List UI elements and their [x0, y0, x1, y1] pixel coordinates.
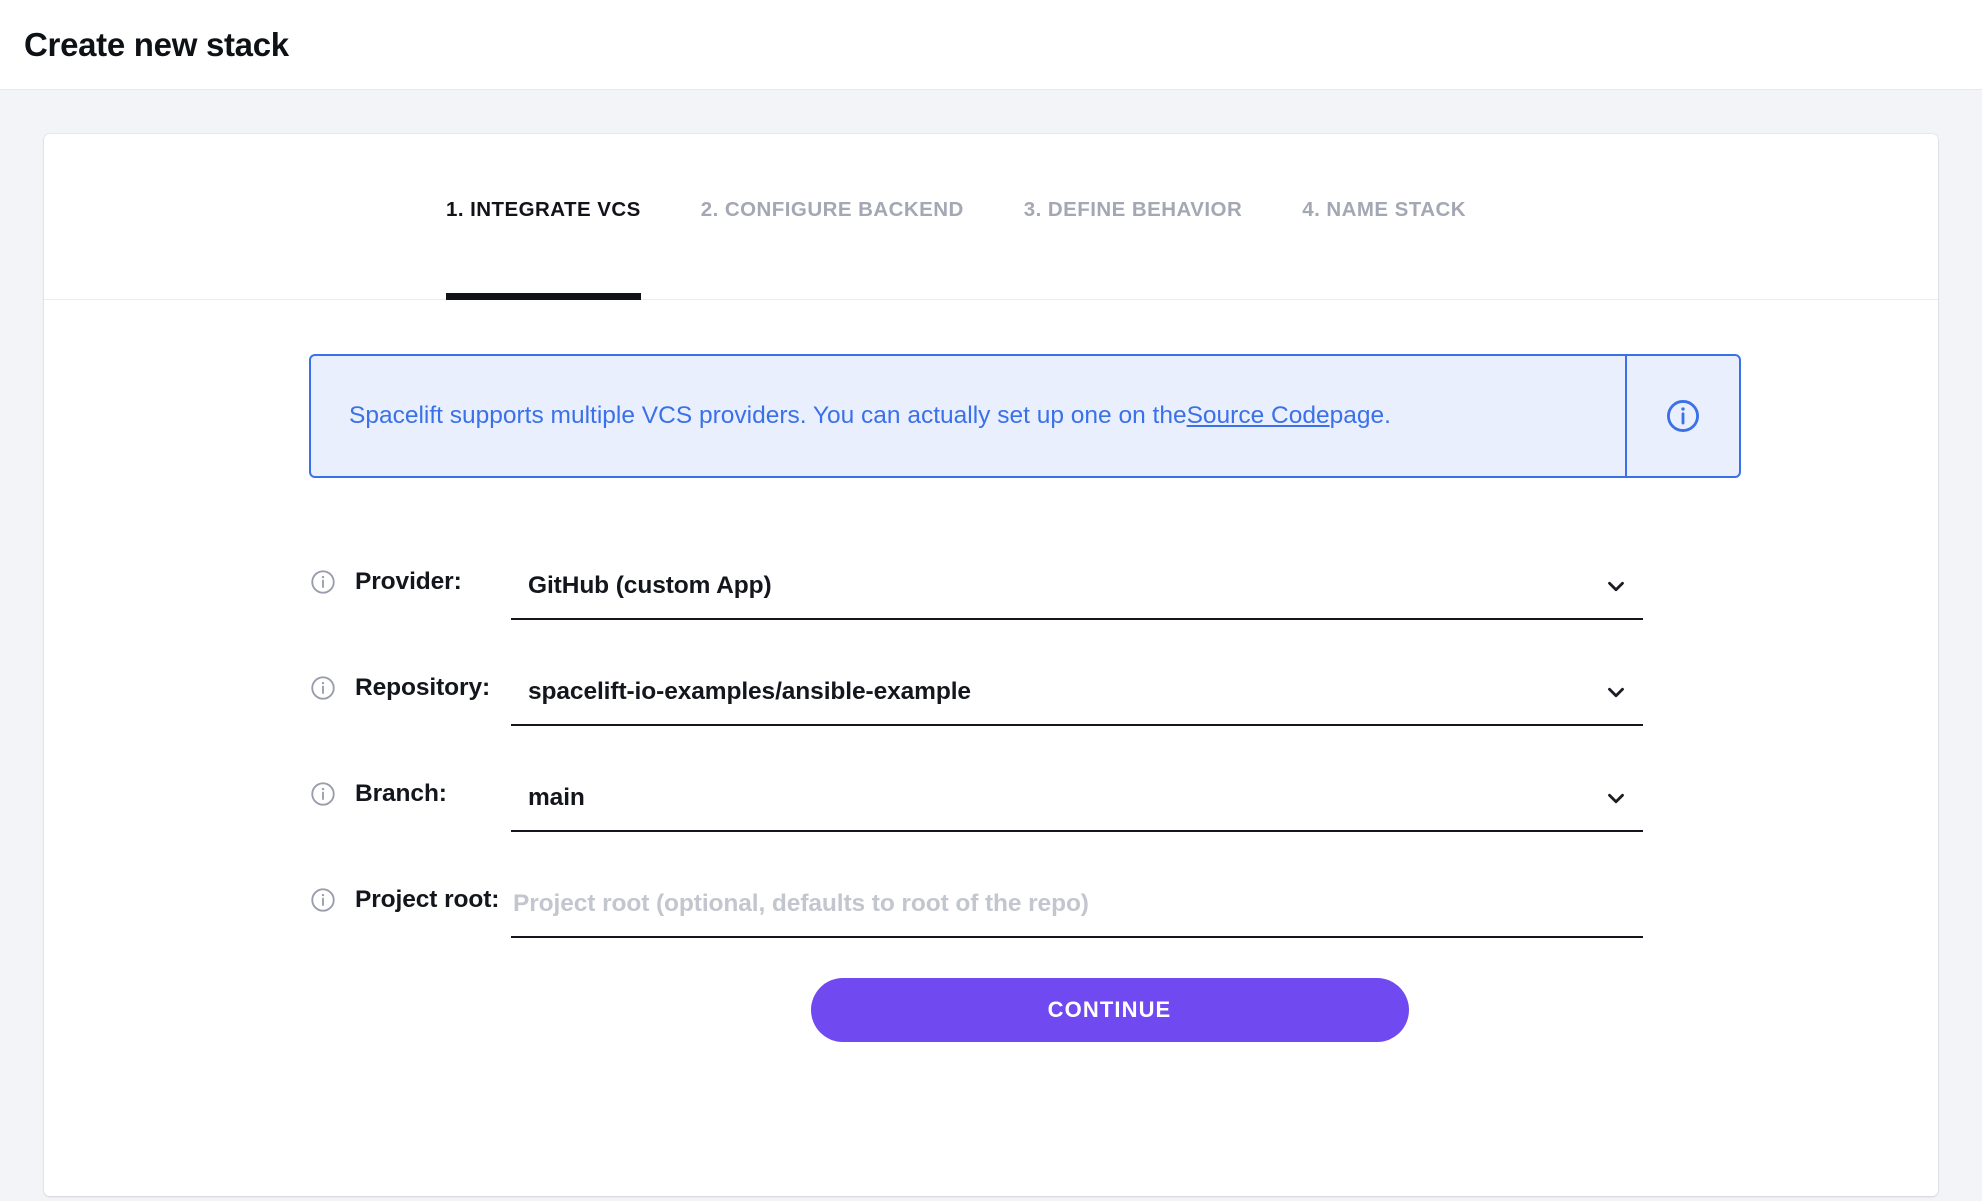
chevron-down-icon [1603, 785, 1629, 811]
branch-value: main [528, 784, 585, 811]
continue-button[interactable]: CONTINUE [810, 978, 1409, 1042]
page-header: Create new stack [0, 0, 1982, 90]
branch-select[interactable]: main [511, 766, 1643, 832]
tab-define-behavior[interactable]: 3. DEFINE BEHAVIOR [1024, 134, 1242, 300]
field-label: Repository: [355, 674, 491, 701]
card-body: Spacelift supports multiple VCS provider… [44, 300, 1938, 1196]
banner-message: Spacelift supports multiple VCS provider… [311, 356, 1625, 476]
tab-integrate-vcs[interactable]: 1. INTEGRATE VCS [446, 134, 641, 300]
field-label-group: Provider: [309, 554, 511, 596]
provider-select[interactable]: GitHub (custom App) [511, 554, 1643, 620]
source-code-link[interactable]: Source Code [1187, 399, 1330, 432]
field-row-branch: Branch: main [309, 766, 1938, 832]
page-surface: 1. INTEGRATE VCS 2. CONFIGURE BACKEND 3.… [0, 90, 1982, 1201]
vcs-info-banner: Spacelift supports multiple VCS provider… [309, 354, 1741, 478]
field-label-group: Branch: [309, 766, 511, 808]
info-circle-icon[interactable] [309, 568, 337, 596]
info-circle-icon[interactable] [309, 780, 337, 808]
tab-label: 3. DEFINE BEHAVIOR [1023, 198, 1243, 221]
repository-value: spacelift-io-examples/ansible-example [528, 678, 971, 705]
page-title: Create new stack [24, 25, 289, 63]
info-circle-icon[interactable] [309, 886, 337, 914]
field-row-repository: Repository: spacelift-io-examples/ansibl… [309, 660, 1938, 726]
field-label: Project root: [355, 886, 500, 913]
chevron-down-icon [1603, 573, 1629, 599]
project-root-input[interactable]: Project root (optional, defaults to root… [511, 872, 1643, 938]
field-label-group: Repository: [309, 660, 511, 702]
tab-label: 1. INTEGRATE VCS [446, 198, 641, 221]
create-stack-card: 1. INTEGRATE VCS 2. CONFIGURE BACKEND 3.… [44, 134, 1938, 1196]
field-label: Branch: [355, 780, 447, 807]
tab-name-stack[interactable]: 4. NAME STACK [1302, 134, 1466, 300]
vcs-form: Provider: GitHub (custom App) Repository… [44, 554, 1938, 1042]
tab-label: 4. NAME STACK [1302, 198, 1467, 221]
project-root-placeholder: Project root (optional, defaults to root… [513, 890, 1089, 917]
tab-configure-backend[interactable]: 2. CONFIGURE BACKEND [701, 134, 964, 300]
tab-label: 2. CONFIGURE BACKEND [700, 198, 964, 221]
field-label: Provider: [355, 568, 462, 595]
banner-text-before: Spacelift supports multiple VCS provider… [349, 402, 1187, 430]
tab-active-indicator [446, 293, 641, 300]
chevron-down-icon [1603, 679, 1629, 705]
wizard-tabs: 1. INTEGRATE VCS 2. CONFIGURE BACKEND 3.… [44, 134, 1938, 300]
field-label-group: Project root: [309, 872, 511, 914]
repository-select[interactable]: spacelift-io-examples/ansible-example [511, 660, 1643, 726]
form-actions: CONTINUE [309, 978, 1643, 1042]
provider-value: GitHub (custom App) [528, 572, 772, 599]
banner-text-after: page. [1329, 402, 1391, 430]
field-row-project-root: Project root: Project root (optional, de… [309, 872, 1938, 938]
info-circle-icon[interactable] [1664, 397, 1702, 435]
info-circle-icon[interactable] [309, 674, 337, 702]
banner-icon-slot [1625, 356, 1739, 476]
field-row-provider: Provider: GitHub (custom App) [309, 554, 1938, 620]
